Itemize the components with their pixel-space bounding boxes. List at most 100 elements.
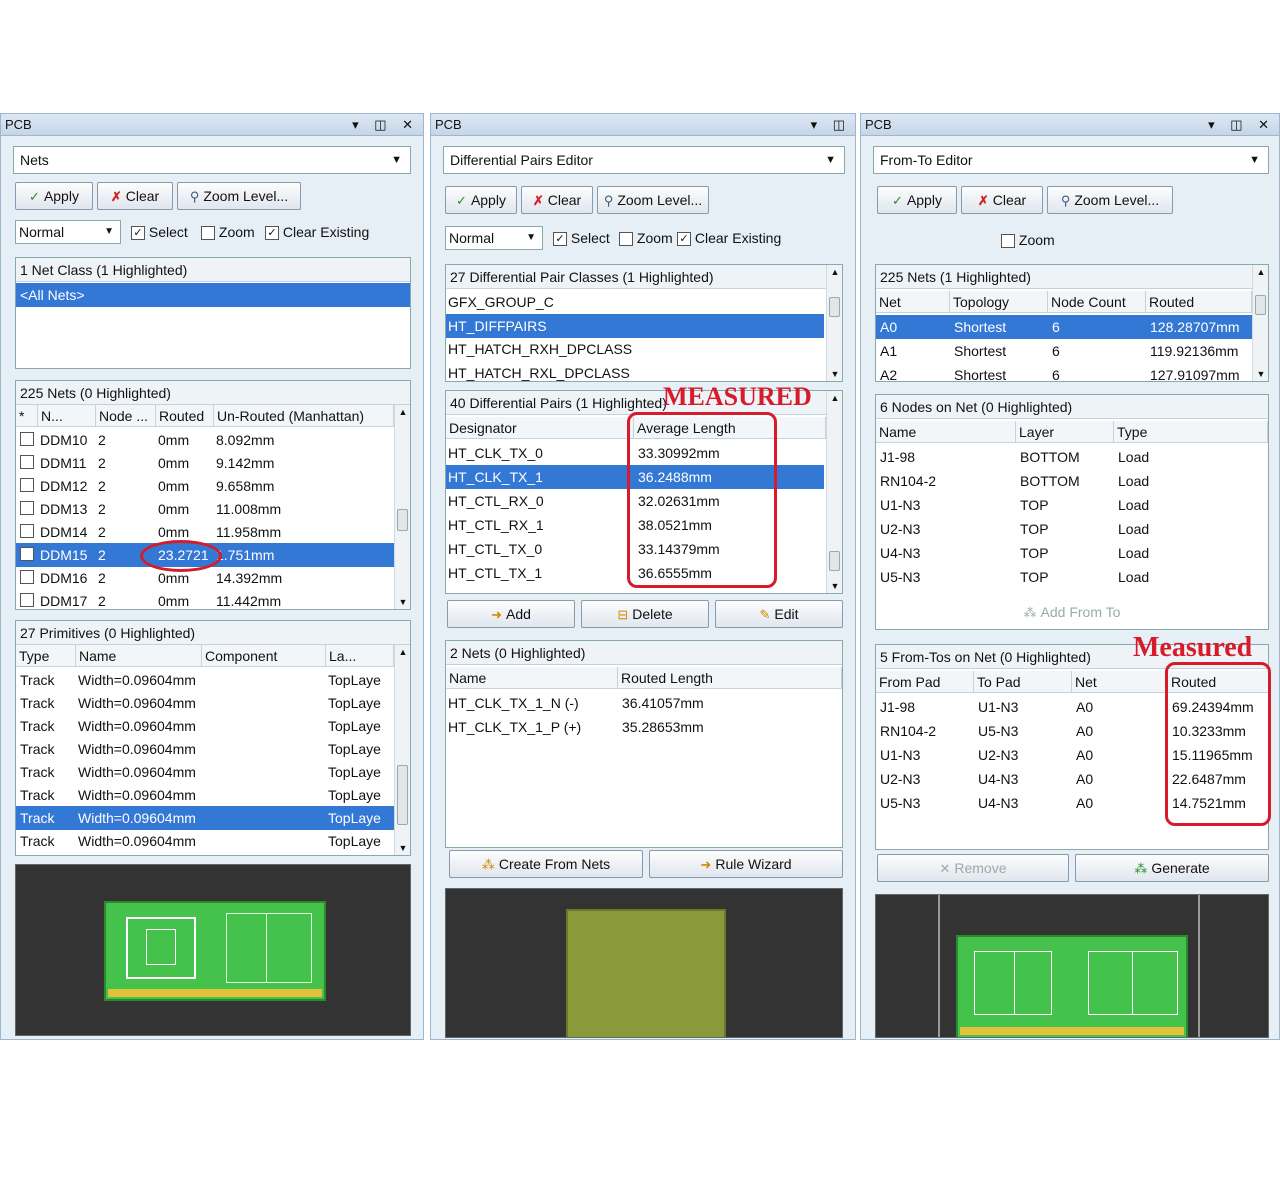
net-row[interactable]: DDM16 2 0mm 14.392mm [16, 566, 394, 590]
node-row[interactable]: U1-N3 TOP Load [876, 493, 1268, 517]
net-row[interactable]: DDM10 2 0mm 8.092mm [16, 428, 394, 452]
node-row[interactable]: U2-N3 TOP Load [876, 517, 1268, 541]
pair-class-row[interactable]: GFX_GROUP_C [446, 290, 824, 314]
col-header-unrouted[interactable]: Un-Routed (Manhattan) [214, 405, 394, 427]
zoom-checkbox-box[interactable] [1001, 234, 1015, 249]
scroll-thumb[interactable] [1255, 295, 1266, 315]
panel-window-controls[interactable]: ▾ ◫ ✕ [1208, 114, 1275, 136]
board-preview[interactable] [875, 894, 1269, 1038]
zoom-level-button[interactable]: ⚲ Zoom Level... [597, 186, 709, 214]
col-header-designator[interactable]: Designator [446, 417, 634, 439]
net-row[interactable]: DDM12 2 0mm 9.658mm [16, 474, 394, 498]
col-header-net[interactable]: Net [1072, 671, 1168, 693]
pair-net-row[interactable]: HT_CLK_TX_1_N (-) 36.41057mm [446, 691, 842, 715]
panel-mode-dropdown[interactable]: Differential Pairs Editor ▼ [443, 146, 845, 174]
col-header-name[interactable]: N... [38, 405, 96, 427]
col-header-component[interactable]: Component [202, 645, 326, 667]
pair-net-row[interactable]: HT_CLK_TX_1_P (+) 35.28653mm [446, 715, 842, 739]
zoom-checkbox-box[interactable] [619, 232, 633, 247]
scroll-down-icon[interactable]: ▼ [1253, 369, 1268, 379]
col-header-name[interactable]: Name [876, 421, 1016, 443]
net-row[interactable]: DDM14 2 0mm 11.958mm [16, 520, 394, 544]
col-header-type[interactable]: Type [16, 645, 76, 667]
primitive-row[interactable]: Track Width=0.09604mm TopLaye [16, 760, 394, 784]
primitive-row[interactable]: Track Width=0.09604mm TopLaye [16, 806, 394, 830]
rule-wizard-button[interactable]: ➜ Rule Wizard [649, 850, 843, 878]
clear-button[interactable]: ✗ Clear [521, 186, 593, 214]
generate-button[interactable]: ⁂ Generate [1075, 854, 1269, 882]
net-row-checkbox[interactable] [20, 501, 34, 515]
col-header-layer[interactable]: Layer [1016, 421, 1114, 443]
pairs-scrollbar[interactable]: ▲ ▼ [826, 391, 842, 593]
primitive-row[interactable]: Track Width=0.09604mm TopLaye [16, 714, 394, 738]
col-header-node-count[interactable]: Node ... [96, 405, 156, 427]
clear-existing-checkbox-box[interactable]: ✓ [677, 232, 691, 247]
scroll-up-icon[interactable]: ▲ [395, 407, 410, 417]
zoom-checkbox[interactable]: Zoom [1001, 232, 1055, 249]
primitive-row[interactable]: Track Width=0.09604mm TopLaye [16, 668, 394, 692]
scroll-down-icon[interactable]: ▼ [827, 581, 842, 591]
panel-window-controls[interactable]: ▾ ◫ ✕ [352, 114, 419, 136]
clear-existing-checkbox[interactable]: ✓ Clear Existing [677, 230, 781, 247]
mask-mode-dropdown[interactable]: Normal ▼ [445, 226, 543, 250]
net-row-checkbox[interactable] [20, 432, 34, 446]
col-header-routed[interactable]: Routed [1146, 291, 1252, 313]
col-header-name[interactable]: Name [76, 645, 202, 667]
panel-window-controls[interactable]: ▾ ◫ [811, 114, 851, 136]
fromto-net-row[interactable]: A0 Shortest 6 128.28707mm [876, 315, 1252, 339]
scroll-up-icon[interactable]: ▲ [395, 647, 410, 657]
net-row-checkbox[interactable] [20, 478, 34, 492]
col-header-topology[interactable]: Topology [950, 291, 1048, 313]
mask-mode-dropdown[interactable]: Normal ▼ [15, 220, 121, 244]
zoom-checkbox[interactable]: Zoom [619, 230, 673, 247]
net-row[interactable]: DDM11 2 0mm 9.142mm [16, 451, 394, 475]
zoom-checkbox-box[interactable] [201, 226, 215, 241]
col-header-from-pad[interactable]: From Pad [876, 671, 974, 693]
net-row-checkbox[interactable] [20, 455, 34, 469]
primitive-row[interactable]: Track Width=0.09604mm TopLaye [16, 829, 394, 853]
clear-existing-checkbox-box[interactable]: ✓ [265, 226, 279, 241]
zoom-level-button[interactable]: ⚲ Zoom Level... [1047, 186, 1173, 214]
pair-class-row[interactable]: HT_HATCH_RXL_DPCLASS [446, 361, 824, 382]
remove-button[interactable]: ✕ Remove [877, 854, 1069, 882]
scroll-thumb[interactable] [829, 551, 840, 571]
node-row[interactable]: J1-98 BOTTOM Load [876, 445, 1268, 469]
select-checkbox-box[interactable]: ✓ [553, 232, 567, 247]
net-row-checkbox[interactable] [20, 570, 34, 584]
board-preview[interactable] [15, 864, 411, 1036]
clear-existing-checkbox[interactable]: ✓ Clear Existing [265, 224, 369, 241]
scroll-thumb[interactable] [397, 765, 408, 825]
apply-button[interactable]: ✓ Apply [15, 182, 93, 210]
node-row[interactable]: RN104-2 BOTTOM Load [876, 469, 1268, 493]
scroll-up-icon[interactable]: ▲ [827, 393, 842, 403]
panel-mode-dropdown[interactable]: From-To Editor ▼ [873, 146, 1269, 174]
primitive-row[interactable]: Track Width=0.09604mm TopLaye [16, 691, 394, 715]
clear-button[interactable]: ✗ Clear [961, 186, 1043, 214]
pair-classes-scrollbar[interactable]: ▲ ▼ [826, 265, 842, 381]
delete-pair-button[interactable]: ⊟ Delete [581, 600, 709, 628]
panel-mode-dropdown[interactable]: Nets ▼ [13, 146, 411, 174]
add-from-to-button[interactable]: ⁂ Add From To [972, 601, 1172, 625]
col-header-routed[interactable]: Routed [156, 405, 214, 427]
nets-scrollbar[interactable]: ▲ ▼ [394, 405, 410, 609]
scroll-thumb[interactable] [397, 509, 408, 531]
primitive-row[interactable]: Track Width=0.09604mm TopLaye [16, 737, 394, 761]
node-row[interactable]: U4-N3 TOP Load [876, 541, 1268, 565]
edit-pair-button[interactable]: ✎ Edit [715, 600, 843, 628]
clear-button[interactable]: ✗ Clear [97, 182, 173, 210]
scroll-down-icon[interactable]: ▼ [395, 843, 410, 853]
net-class-row[interactable]: <All Nets> [16, 283, 410, 307]
scroll-up-icon[interactable]: ▲ [827, 267, 842, 277]
board-preview[interactable] [445, 888, 843, 1038]
node-row[interactable]: U5-N3 TOP Load [876, 565, 1268, 589]
create-from-nets-button[interactable]: ⁂ Create From Nets [449, 850, 643, 878]
col-header-type[interactable]: Type [1114, 421, 1268, 443]
col-header-net[interactable]: Net [876, 291, 950, 313]
net-row[interactable]: DDM13 2 0mm 11.008mm [16, 497, 394, 521]
pair-class-row[interactable]: HT_HATCH_RXH_DPCLASS [446, 337, 824, 361]
net-row-checkbox[interactable] [20, 524, 34, 538]
scroll-thumb[interactable] [829, 297, 840, 317]
fromto-net-row[interactable]: A1 Shortest 6 119.92136mm [876, 339, 1252, 363]
primitives-scrollbar[interactable]: ▲ ▼ [394, 645, 410, 855]
pair-class-row[interactable]: HT_DIFFPAIRS [446, 313, 824, 338]
